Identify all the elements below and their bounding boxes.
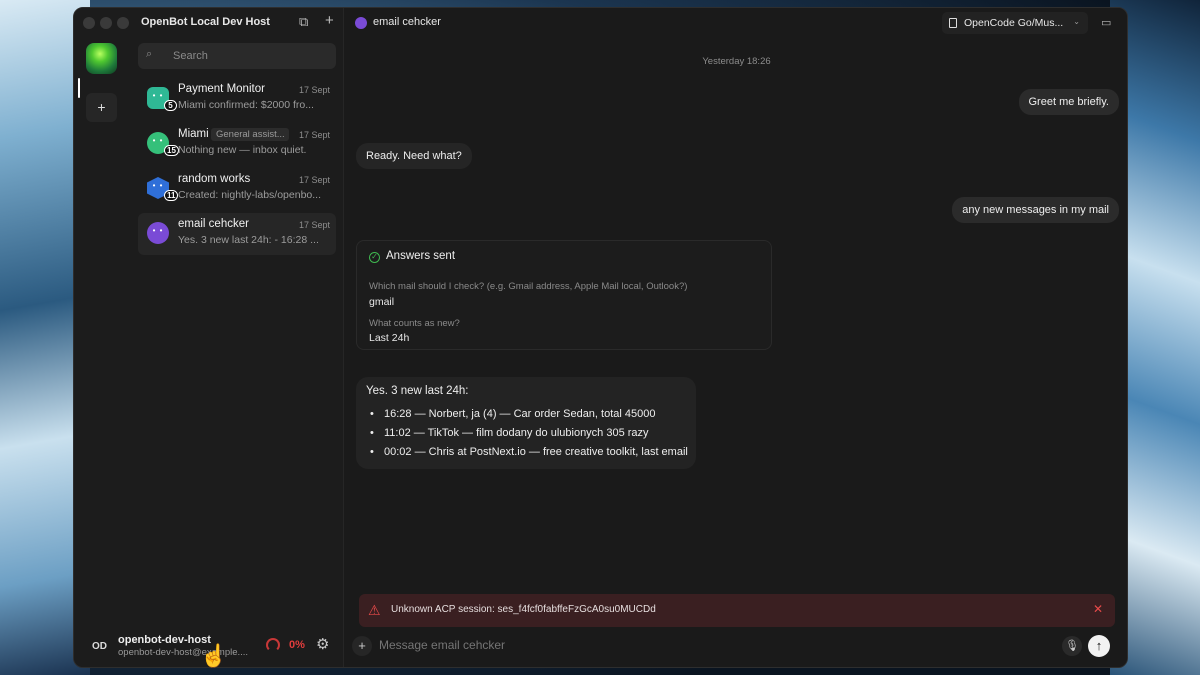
bot-message: Yes. 3 new last 24h: 16:28 — Norbert, ja… (356, 377, 696, 469)
puzzle-icon[interactable]: ⧉ (299, 14, 308, 30)
minimize-window-button[interactable] (100, 17, 112, 29)
chat-preview: Nothing new — inbox quiet. (178, 144, 307, 156)
workspace-avatar[interactable] (86, 43, 117, 74)
chat-tag: General assist... (211, 128, 289, 141)
chat-list-item-random-works[interactable]: • • 11 random works 17 Sept Created: nig… (138, 168, 336, 210)
chat-title: email cehcker (373, 16, 441, 28)
error-banner: ⚠ Unknown ACP session: ses_f4fcf0fabffeF… (359, 594, 1115, 627)
chat-header: email cehcker OpenCode Go/Mus... ⌄ ▭ (344, 8, 1127, 38)
answer-value: Last 24h (369, 332, 410, 344)
microphone-icon[interactable]: 🎙 (1062, 636, 1082, 656)
chat-date: 17 Sept (298, 130, 330, 140)
chat-date: 17 Sept (298, 175, 330, 185)
model-label: OpenCode Go/Mus... (964, 17, 1064, 29)
mouse-pointer-icon: ☝ (200, 643, 228, 668)
chat-list-item-payment-monitor[interactable]: • • 5 Payment Monitor 17 Sept Miami conf… (138, 78, 336, 120)
chat-pane: email cehcker OpenCode Go/Mus... ⌄ ▭ Yes… (344, 8, 1127, 667)
model-selector[interactable]: OpenCode Go/Mus... ⌄ (942, 12, 1088, 34)
chat-preview: Miami confirmed: $2000 fro... (178, 99, 314, 111)
usage-gauge-icon (266, 638, 280, 652)
workspace-rail (74, 38, 128, 608)
bot-avatar-icon (355, 17, 367, 29)
chat-list-item-miami[interactable]: • • 15 Miami General assist... 17 Sept N… (138, 123, 336, 165)
app-title: OpenBot Local Dev Host (141, 16, 270, 28)
warning-triangle-icon: ⚠ (368, 602, 381, 618)
close-window-button[interactable] (83, 17, 95, 29)
message-composer: + 🎙 ↑ (352, 632, 1122, 662)
add-workspace-button[interactable]: + (86, 93, 117, 122)
chat-list-item-email-cehcker[interactable]: • • email cehcker 17 Sept Yes. 3 new las… (138, 213, 336, 255)
bot-message: Ready. Need what? (356, 143, 472, 169)
message-timestamp: Yesterday 18:26 (702, 56, 771, 67)
message-input[interactable] (379, 638, 1029, 652)
answer-value: gmail (369, 296, 395, 308)
bot-avatar-icon: • • (147, 222, 169, 244)
user-message: any new messages in my mail (952, 197, 1119, 223)
email-list: 16:28 — Norbert, ja (4) — Car order Seda… (366, 408, 688, 465)
chat-date: 17 Sept (298, 85, 330, 95)
send-button[interactable]: ↑ (1088, 635, 1110, 657)
chat-date: 17 Sept (298, 220, 330, 230)
sidebar: OpenBot Local Dev Host ⧉ + + ⌕ Search • … (74, 8, 344, 667)
search-field[interactable]: ⌕ Search (138, 43, 336, 69)
user-message: Greet me briefly. (1018, 89, 1119, 115)
chat-name: random works (178, 173, 251, 185)
chat-name: Miami (178, 128, 209, 140)
answer-question: Which mail should I check? (e.g. Gmail a… (369, 281, 688, 292)
user-name: openbot-dev-host (118, 634, 211, 646)
titlebar: OpenBot Local Dev Host ⧉ + (74, 8, 344, 38)
chevron-down-icon: ⌄ (1073, 17, 1080, 26)
close-icon[interactable]: ✕ (1093, 602, 1103, 616)
search-placeholder: Search (173, 50, 208, 62)
answers-sent-card: ✓ Answers sent Which mail should I check… (356, 240, 772, 350)
list-item: 16:28 — Norbert, ja (4) — Car order Seda… (366, 408, 688, 427)
usage-percent: 0% (289, 639, 305, 651)
chat-preview: Created: nightly-labs/openbo... (178, 189, 322, 201)
maximize-window-button[interactable] (117, 17, 129, 29)
unread-badge: 15 (164, 145, 179, 156)
unread-badge: 5 (164, 100, 177, 111)
rail-active-indicator (78, 78, 80, 98)
chat-name: Payment Monitor (178, 83, 265, 95)
monitor-icon[interactable]: ▭ (1101, 16, 1111, 29)
answers-title: Answers sent (386, 250, 456, 262)
check-circle-icon: ✓ (369, 252, 380, 263)
app-window: OpenBot Local Dev Host ⧉ + + ⌕ Search • … (73, 7, 1128, 668)
model-icon (949, 18, 957, 28)
settings-gear-icon[interactable]: ⚙ (316, 635, 329, 653)
attach-plus-button[interactable]: + (352, 636, 372, 656)
list-item: 11:02 — TikTok — film dodany do ulubiony… (366, 427, 688, 446)
user-email: openbot-dev-host@example.... (118, 647, 249, 658)
answer-question: What counts as new? (369, 318, 460, 329)
user-initials: OD (92, 641, 107, 652)
chat-preview: Yes. 3 new last 24h: - 16:28 ... (178, 234, 319, 246)
search-icon: ⌕ (146, 48, 153, 60)
list-item: 00:02 — Chris at PostNext.io — free crea… (366, 446, 688, 465)
result-heading: Yes. 3 new last 24h: (366, 385, 469, 397)
unread-badge: 11 (164, 190, 179, 201)
error-text: Unknown ACP session: ses_f4fcf0fabffeFzG… (391, 604, 656, 615)
chat-name: email cehcker (178, 218, 249, 230)
new-chat-plus-icon[interactable]: + (325, 12, 334, 29)
